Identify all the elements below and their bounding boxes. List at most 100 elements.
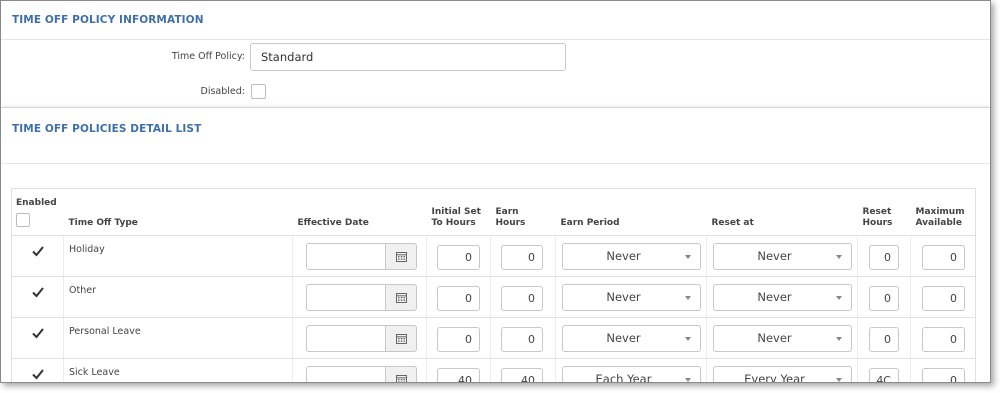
reset-hours-input[interactable]: 4C bbox=[869, 368, 899, 382]
enabled-cell bbox=[11, 358, 64, 382]
reset-at-cell: Never bbox=[706, 276, 858, 318]
reset-at-value: Every Year bbox=[744, 372, 805, 383]
reset-at-cell: Every Year bbox=[706, 358, 858, 383]
column-effective-date: Effective Date bbox=[292, 188, 427, 236]
time-off-type: Holiday bbox=[69, 244, 105, 255]
calendar-button[interactable] bbox=[385, 243, 417, 270]
maximum-available-cell: 0 bbox=[910, 235, 976, 277]
maximum-available-input[interactable]: 0 bbox=[922, 327, 965, 352]
table-row: Sick Leave 40 40 Each Year Every Year 4C… bbox=[11, 358, 976, 383]
initial-set-input[interactable]: 40 bbox=[437, 368, 480, 382]
reset-at-value: Never bbox=[757, 249, 792, 263]
chevron-down-icon bbox=[836, 296, 842, 300]
enabled-checkbox[interactable] bbox=[31, 284, 45, 298]
earn-period-select[interactable]: Never bbox=[562, 284, 701, 311]
initial-set-cell: 40 bbox=[426, 358, 491, 382]
reset-at-value: Never bbox=[757, 290, 792, 304]
reset-at-cell: Never bbox=[706, 317, 858, 359]
table-header-row: Enabled Time Off Type Effective Date Ini… bbox=[11, 188, 976, 236]
effective-date-picker bbox=[306, 325, 417, 352]
earn-period-select[interactable]: Each Year bbox=[562, 366, 701, 383]
maximum-available-cell: 0 bbox=[910, 276, 976, 318]
column-enabled: Enabled bbox=[11, 188, 64, 236]
checkmark-icon bbox=[31, 287, 44, 298]
maximum-available-cell: 0 bbox=[910, 317, 976, 359]
maximum-available-input[interactable]: 0 bbox=[922, 368, 965, 382]
earn-hours-input[interactable]: 40 bbox=[501, 368, 543, 382]
earn-period-select[interactable]: Never bbox=[562, 325, 701, 352]
calendar-button[interactable] bbox=[385, 325, 417, 352]
initial-set-input[interactable]: 0 bbox=[437, 245, 480, 270]
calendar-button[interactable] bbox=[385, 366, 417, 382]
earn-hours-input[interactable]: 0 bbox=[501, 327, 543, 352]
time-off-detail-table: Enabled Time Off Type Effective Date Ini… bbox=[11, 188, 976, 383]
chevron-down-icon bbox=[836, 378, 842, 382]
chevron-down-icon bbox=[685, 296, 691, 300]
reset-hours-input[interactable]: 0 bbox=[869, 286, 899, 311]
earn-period-cell: Each Year bbox=[555, 358, 707, 383]
time-off-type: Other bbox=[69, 285, 96, 296]
earn-period-value: Never bbox=[606, 290, 641, 304]
earn-period-value: Never bbox=[606, 249, 641, 263]
effective-date-input[interactable] bbox=[306, 325, 385, 352]
earn-hours-input[interactable]: 0 bbox=[501, 245, 543, 270]
checkmark-icon bbox=[31, 246, 44, 257]
enable-all-checkbox[interactable] bbox=[16, 213, 30, 227]
calendar-icon bbox=[395, 375, 407, 382]
effective-date-picker bbox=[306, 243, 417, 270]
calendar-icon bbox=[395, 334, 407, 344]
enabled-checkbox[interactable] bbox=[31, 243, 45, 257]
disabled-checkbox[interactable] bbox=[251, 84, 266, 99]
earn-period-value: Each Year bbox=[595, 372, 652, 383]
reset-hours-cell: 4C bbox=[857, 358, 911, 382]
time-off-type: Personal Leave bbox=[69, 326, 141, 337]
effective-date-input[interactable] bbox=[306, 366, 385, 382]
divider bbox=[1, 163, 990, 164]
maximum-available-input[interactable]: 0 bbox=[922, 286, 965, 311]
reset-at-select[interactable]: Never bbox=[713, 243, 852, 270]
enabled-cell bbox=[11, 276, 64, 318]
enabled-checkbox[interactable] bbox=[31, 366, 45, 380]
maximum-available-input[interactable]: 0 bbox=[922, 245, 965, 270]
effective-date-cell bbox=[292, 358, 427, 382]
reset-at-select[interactable]: Every Year bbox=[713, 366, 852, 383]
earn-hours-cell: 0 bbox=[490, 276, 556, 318]
checkmark-icon bbox=[31, 369, 44, 380]
initial-set-input[interactable]: 0 bbox=[437, 286, 480, 311]
effective-date-input[interactable] bbox=[306, 284, 385, 311]
reset-hours-cell: 0 bbox=[857, 317, 911, 359]
reset-hours-input[interactable]: 0 bbox=[869, 245, 899, 270]
reset-at-value: Never bbox=[757, 331, 792, 345]
reset-at-select[interactable]: Never bbox=[713, 325, 852, 352]
effective-date-picker bbox=[306, 366, 417, 382]
calendar-button[interactable] bbox=[385, 284, 417, 311]
initial-set-cell: 0 bbox=[426, 235, 491, 277]
time-off-policy-label: Time Off Policy: bbox=[171, 51, 245, 62]
enabled-checkbox[interactable] bbox=[31, 325, 45, 339]
detail-list-title: TIME OFF POLICIES DETAIL LIST bbox=[12, 123, 202, 135]
disabled-label: Disabled: bbox=[200, 86, 245, 97]
time-off-type-cell: Sick Leave bbox=[63, 358, 293, 382]
chevron-down-icon bbox=[685, 337, 691, 341]
table-row: Holiday 0 0 Never Never 0 0 bbox=[11, 235, 976, 277]
effective-date-input[interactable] bbox=[306, 243, 385, 270]
reset-at-select[interactable]: Never bbox=[713, 284, 852, 311]
initial-set-input[interactable]: 0 bbox=[437, 327, 480, 352]
reset-hours-input[interactable]: 0 bbox=[869, 327, 899, 352]
earn-period-select[interactable]: Never bbox=[562, 243, 701, 270]
effective-date-cell bbox=[292, 317, 427, 359]
time-off-policy-input[interactable]: Standard bbox=[250, 43, 566, 71]
earn-hours-cell: 40 bbox=[490, 358, 556, 382]
earn-period-value: Never bbox=[606, 331, 641, 345]
column-reset-at: Reset at bbox=[706, 188, 858, 236]
effective-date-picker bbox=[306, 284, 417, 311]
earn-period-cell: Never bbox=[555, 317, 707, 359]
column-earn-period: Earn Period bbox=[555, 188, 707, 236]
earn-hours-input[interactable]: 0 bbox=[501, 286, 543, 311]
reset-at-cell: Never bbox=[706, 235, 858, 277]
column-initial-set: Initial Set To Hours bbox=[426, 188, 491, 236]
initial-set-cell: 0 bbox=[426, 276, 491, 318]
column-time-off-type: Time Off Type bbox=[63, 188, 293, 236]
chevron-down-icon bbox=[685, 255, 691, 259]
earn-period-cell: Never bbox=[555, 276, 707, 318]
